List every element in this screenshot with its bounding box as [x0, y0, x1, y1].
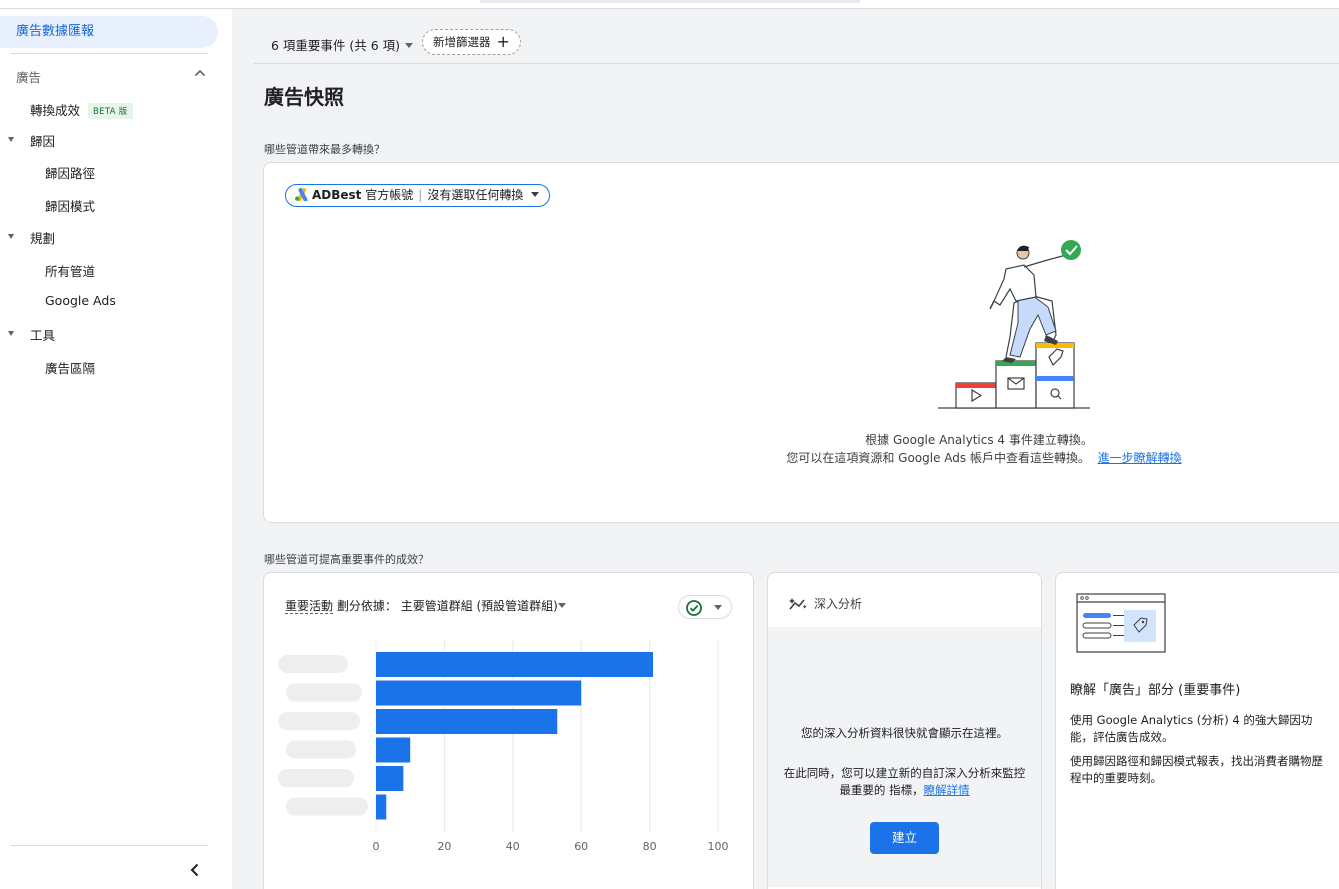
insights-sparkle-icon: [789, 598, 807, 610]
insights-body: 您的深入分析資料很快就會顯示在這裡。 在此同時，您可以建立新的自訂深入分析來監控…: [768, 627, 1041, 887]
category-label-placeholder: [278, 712, 360, 730]
sidebar-item-ad-segments[interactable]: 廣告區隔: [45, 358, 95, 377]
channel-bar[interactable]: [376, 652, 654, 677]
chevron-left-icon[interactable]: [186, 861, 204, 879]
sidebar-item-ads-report[interactable]: 廣告數據匯報: [0, 16, 218, 48]
channel-bar-chart: 0 20 40 60 80 100: [278, 639, 729, 853]
account-label: 官方帳號: [365, 188, 414, 202]
category-label-placeholder: [286, 683, 362, 702]
x-tick-label: 100: [708, 840, 729, 853]
sidebar-item-tools[interactable]: 工具: [30, 325, 55, 344]
sidebar-section-ads[interactable]: 廣告: [16, 67, 41, 86]
channel-chart-card: 重要活動 劃分依據： 主要管道群組 (預設管道群組) 0 20 40 60 80 100: [263, 572, 754, 889]
caret-down-icon: [531, 192, 540, 197]
empty-state-line1: 根據 Google Analytics 4 事件建立轉換。: [865, 433, 1093, 447]
beta-badge: BETA 版: [88, 103, 133, 119]
channel-bar[interactable]: [376, 709, 558, 734]
filter-divider: [254, 63, 1339, 64]
sidebar-item-attribution-models[interactable]: 歸因模式: [45, 196, 95, 215]
learn-paragraph-2: 使用歸因路徑和歸因模式報表，找出消費者購物歷程中的重要時刻。: [1070, 754, 1323, 785]
sidebar-item-all-channels[interactable]: 所有管道: [45, 261, 95, 280]
learn-title: 瞭解「廣告」部分 (重要事件): [1070, 683, 1241, 698]
empty-state-text: 您可以在這項資源和 Google Ads 帳戶中查看這些轉換。: [786, 451, 1090, 465]
learn-more-conversions-link[interactable]: 進一步瞭解轉換: [1098, 451, 1182, 465]
x-tick-label: 60: [574, 840, 588, 853]
caret-down-icon: [405, 43, 414, 48]
channel-bar[interactable]: [376, 680, 582, 706]
section-question-key-events: 哪些管道可提高重要事件的成效？: [264, 553, 429, 566]
report-illustration-icon: [1076, 593, 1166, 653]
events-filter-dropdown[interactable]: 6 項重要事件 (共 6 項): [271, 35, 414, 54]
sidebar-divider: [10, 845, 208, 846]
google-ads-logo-icon: [295, 188, 308, 201]
chevron-up-icon[interactable]: [193, 66, 207, 80]
empty-state-line2: 您可以在這項資源和 Google Ads 帳戶中查看這些轉換。 進一步瞭解轉換: [684, 449, 1284, 466]
page-title: 廣告快照: [264, 85, 344, 109]
category-label-placeholder: [286, 740, 356, 759]
stairs-success-illustration: [938, 240, 1090, 409]
sidebar-divider: [10, 53, 208, 54]
caret-down-icon[interactable]: [8, 137, 14, 142]
insights-hint-text: 在此同時，您可以建立新的自訂深入分析來監控最重要的 指標，: [783, 766, 1026, 797]
channel-bar[interactable]: [376, 737, 411, 763]
create-insight-button[interactable]: 建立: [870, 822, 939, 854]
add-filter-label: 新增篩選器: [433, 35, 491, 49]
top-bar: [0, 0, 1339, 9]
events-filter-label: 6 項重要事件 (共 6 項): [271, 38, 401, 53]
sidebar-item-planning[interactable]: 規劃: [30, 228, 55, 247]
plus-icon: +: [496, 32, 510, 51]
insights-card: 深入分析 您的深入分析資料很快就會顯示在這裡。 在此同時，您可以建立新的自訂深入…: [767, 572, 1042, 889]
section-question-top-channels: 哪些管道帶來最多轉換？: [264, 143, 385, 156]
learn-ads-card: 瞭解「廣告」部分 (重要事件) 使用 Google Analytics (分析)…: [1055, 572, 1339, 889]
insights-header: 深入分析: [789, 595, 862, 612]
sidebar-item-attribution[interactable]: 歸因: [30, 131, 55, 150]
category-label-placeholder: [278, 655, 348, 673]
insights-empty-text: 您的深入分析資料很快就會顯示在這裡。: [801, 726, 1008, 740]
x-tick-label: 80: [643, 840, 657, 853]
caret-down-icon[interactable]: [8, 331, 14, 336]
x-tick-label: 20: [437, 840, 451, 853]
x-tick-label: 40: [506, 840, 520, 853]
conversion-selection: 沒有選取任何轉換: [427, 188, 524, 202]
conversions-card: ADBest 官方帳號 | 沒有選取任何轉換 根據 Google Analyti…: [263, 162, 1339, 523]
category-label-placeholder: [286, 797, 368, 816]
add-filter-button[interactable]: 新增篩選器 +: [422, 29, 521, 55]
sidebar-item-attribution-paths[interactable]: 歸因路徑: [45, 163, 95, 182]
channel-bar[interactable]: [376, 794, 387, 820]
sidebar: 廣告數據匯報 廣告 轉換成效 BETA 版 歸因 歸因路徑 歸因模式 規劃 所有管…: [0, 9, 232, 889]
account-name: ADBest: [312, 188, 362, 202]
insights-title: 深入分析: [814, 597, 863, 611]
caret-down-icon[interactable]: [8, 234, 14, 239]
category-label-placeholder: [278, 769, 354, 787]
main-content: 6 項重要事件 (共 6 項) 新增篩選器 + 廣告快照 哪些管道帶來最多轉換？ …: [232, 9, 1339, 889]
learn-more-insights-link[interactable]: 瞭解詳情: [924, 783, 970, 797]
channel-bar[interactable]: [376, 766, 404, 791]
account-selector-chip[interactable]: ADBest 官方帳號 | 沒有選取任何轉換: [285, 184, 551, 207]
sidebar-item-label: 轉換成效: [30, 103, 81, 118]
insights-hint: 在此同時，您可以建立新的自訂深入分析來監控最重要的 指標，瞭解詳情: [782, 765, 1027, 799]
sidebar-item-conversion-performance[interactable]: 轉換成效 BETA 版: [30, 100, 133, 119]
x-tick-label: 0: [373, 840, 380, 853]
learn-paragraph-1: 使用 Google Analytics (分析) 4 的強大歸因功能，評估廣告成…: [1070, 713, 1313, 744]
sidebar-item-google-ads[interactable]: Google Ads: [45, 293, 116, 308]
